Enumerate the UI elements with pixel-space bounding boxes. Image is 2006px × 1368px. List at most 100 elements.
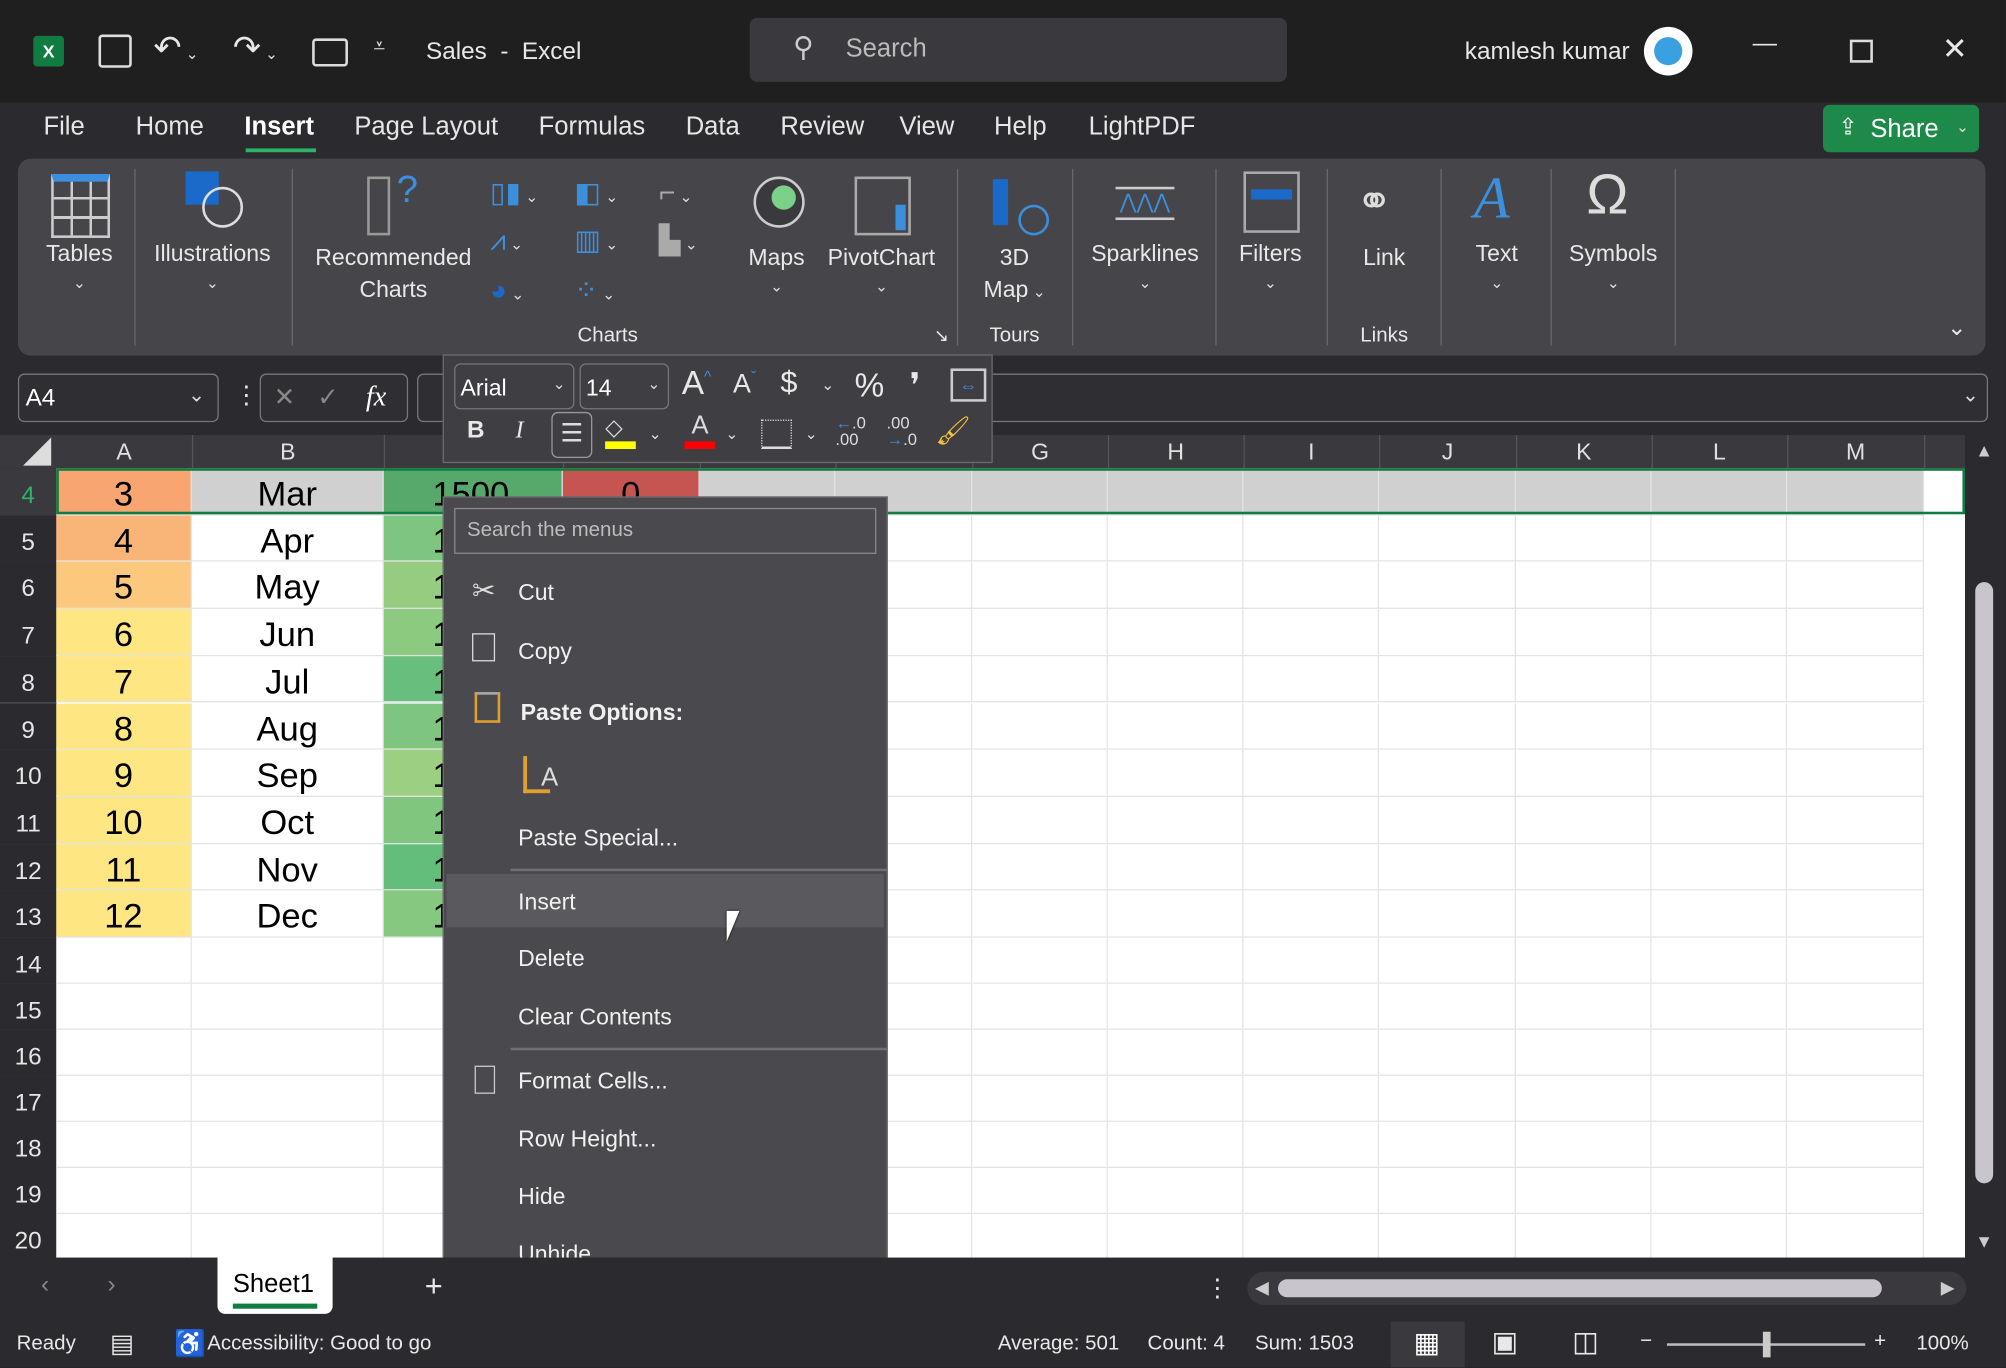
user-name[interactable]: kamlesh kumar (1465, 38, 1630, 66)
tab-view[interactable]: View (899, 113, 954, 142)
cell-B9[interactable]: Aug (191, 702, 384, 750)
column-header-M[interactable]: M (1787, 434, 1926, 469)
font-color-icon[interactable]: A (684, 412, 716, 450)
chevron-down-icon[interactable]: ⌄ (649, 425, 662, 443)
cell-L17[interactable] (1651, 1075, 1788, 1122)
collapse-ribbon-icon[interactable]: ⌄ (1947, 315, 1966, 342)
cell-G6[interactable] (972, 562, 1108, 610)
tab-insert[interactable]: Insert (244, 113, 314, 142)
row-header-11[interactable]: 11 (0, 796, 57, 846)
cell-A9[interactable]: 8 (56, 702, 192, 750)
cell-M17[interactable] (1787, 1075, 1925, 1122)
cell-I19[interactable] (1243, 1168, 1380, 1215)
cell-A16[interactable] (56, 1029, 192, 1076)
cell-B20[interactable] (191, 1214, 384, 1261)
cell-B10[interactable]: Sep (191, 749, 384, 797)
cell-B19[interactable] (191, 1168, 384, 1215)
status-average[interactable]: Average: 501 (998, 1333, 1119, 1356)
cell-H12[interactable] (1107, 843, 1244, 891)
new-sheet-icon[interactable]: + (425, 1269, 443, 1305)
cell-M7[interactable] (1787, 609, 1925, 657)
cell-K4[interactable] (1515, 468, 1652, 516)
cell-B7[interactable]: Jun (191, 609, 384, 657)
previous-sheet-icon[interactable]: ‹ (41, 1272, 49, 1300)
center-align-button[interactable]: ☰ (551, 411, 593, 458)
maximize-icon[interactable] (1849, 39, 1873, 63)
horizontal-scroll-thumb[interactable] (1278, 1279, 1882, 1298)
paste-keep-text-icon[interactable]: A (521, 748, 564, 797)
cell-I17[interactable] (1243, 1075, 1380, 1122)
enter-icon[interactable]: ✓ (317, 381, 338, 413)
cell-M5[interactable] (1787, 515, 1925, 563)
page-break-view-icon[interactable]: ◫ (1572, 1325, 1599, 1358)
row-header-8[interactable]: 8 (0, 656, 57, 705)
cell-A15[interactable] (56, 983, 192, 1030)
cell-L12[interactable] (1651, 843, 1788, 891)
cell-I10[interactable] (1243, 749, 1380, 797)
cell-G4[interactable] (972, 468, 1108, 516)
cell-G16[interactable] (972, 1029, 1108, 1076)
cell-K15[interactable] (1515, 983, 1652, 1030)
cell-J17[interactable] (1379, 1075, 1516, 1122)
row-header-4[interactable]: 4 (0, 468, 61, 517)
row-header-7[interactable]: 7 (0, 609, 57, 658)
cell-J20[interactable] (1379, 1214, 1516, 1261)
cell-M10[interactable] (1787, 749, 1925, 797)
cell-H13[interactable] (1107, 890, 1244, 938)
cell-K18[interactable] (1515, 1121, 1652, 1169)
cell-A14[interactable] (56, 937, 192, 984)
zoom-level[interactable]: 100% (1916, 1333, 1968, 1356)
increase-font-size-icon[interactable]: A^ (682, 363, 711, 403)
row-header-6[interactable]: 6 (0, 562, 57, 611)
cell-I15[interactable] (1243, 983, 1380, 1030)
statistic-chart-icon[interactable]: ▥ ⌄ (574, 224, 618, 257)
cell-L5[interactable] (1651, 515, 1788, 563)
pie-chart-icon[interactable]: ◕ ⌄ (490, 274, 524, 307)
cell-M13[interactable] (1787, 890, 1925, 938)
vertical-scroll-thumb[interactable] (1975, 582, 1994, 1184)
row-header-18[interactable]: 18 (0, 1121, 57, 1170)
cell-G9[interactable] (972, 702, 1108, 750)
cell-L7[interactable] (1651, 609, 1788, 657)
cell-G5[interactable] (972, 515, 1108, 563)
page-layout-view-icon[interactable]: ▣ (1492, 1325, 1519, 1358)
menu-search-input[interactable]: Search the menus (454, 507, 877, 554)
fill-color-icon[interactable]: ◇ (605, 414, 636, 450)
cell-A4[interactable]: 3 (56, 468, 192, 516)
cell-L19[interactable] (1651, 1168, 1788, 1215)
cell-H19[interactable] (1107, 1168, 1244, 1215)
cell-K17[interactable] (1515, 1075, 1652, 1122)
search-box[interactable]: ⚲ Search (749, 17, 1287, 82)
close-icon[interactable]: ✕ (1942, 31, 1968, 68)
waterfall-chart-icon[interactable]: ⌐ ⌄ (659, 177, 693, 210)
cell-L8[interactable] (1651, 656, 1788, 703)
vertical-scrollbar[interactable]: ▲ ▼ (1965, 434, 2006, 1258)
cell-K14[interactable] (1515, 937, 1652, 984)
hierarchy-chart-icon[interactable]: ◧ ⌄ (574, 177, 618, 210)
cell-M9[interactable] (1787, 702, 1925, 750)
cell-J5[interactable] (1379, 515, 1516, 563)
cell-J18[interactable] (1379, 1121, 1516, 1169)
menu-item-hide[interactable]: Hide (518, 1183, 565, 1210)
macro-recording-icon[interactable]: ▤ (110, 1328, 134, 1360)
cell-G17[interactable] (972, 1075, 1108, 1122)
decrease-font-size-icon[interactable]: Aˇ (733, 368, 756, 400)
tab-lightpdf[interactable]: LightPDF (1089, 113, 1196, 142)
cell-A5[interactable]: 4 (56, 515, 192, 563)
status-sum[interactable]: Sum: 1503 (1255, 1333, 1354, 1356)
cell-L15[interactable] (1651, 983, 1788, 1030)
cell-B11[interactable]: Oct (191, 796, 384, 844)
tab-split-handle[interactable]: ⋮ (1205, 1274, 1229, 1303)
currency-format-icon[interactable]: $ (780, 366, 797, 402)
cell-A18[interactable] (56, 1121, 192, 1169)
cell-M8[interactable] (1787, 656, 1925, 703)
cell-K5[interactable] (1515, 515, 1652, 563)
column-header-H[interactable]: H (1108, 434, 1245, 469)
scroll-left-icon[interactable]: ◀ (1255, 1277, 1269, 1299)
cell-H11[interactable] (1107, 796, 1244, 844)
combo-chart-icon[interactable]: ▙ ⌄ (659, 224, 698, 257)
cell-I14[interactable] (1243, 937, 1380, 984)
cell-G15[interactable] (972, 983, 1108, 1030)
merge-center-icon[interactable]: ⇔ (950, 368, 987, 402)
cell-H16[interactable] (1107, 1029, 1244, 1076)
